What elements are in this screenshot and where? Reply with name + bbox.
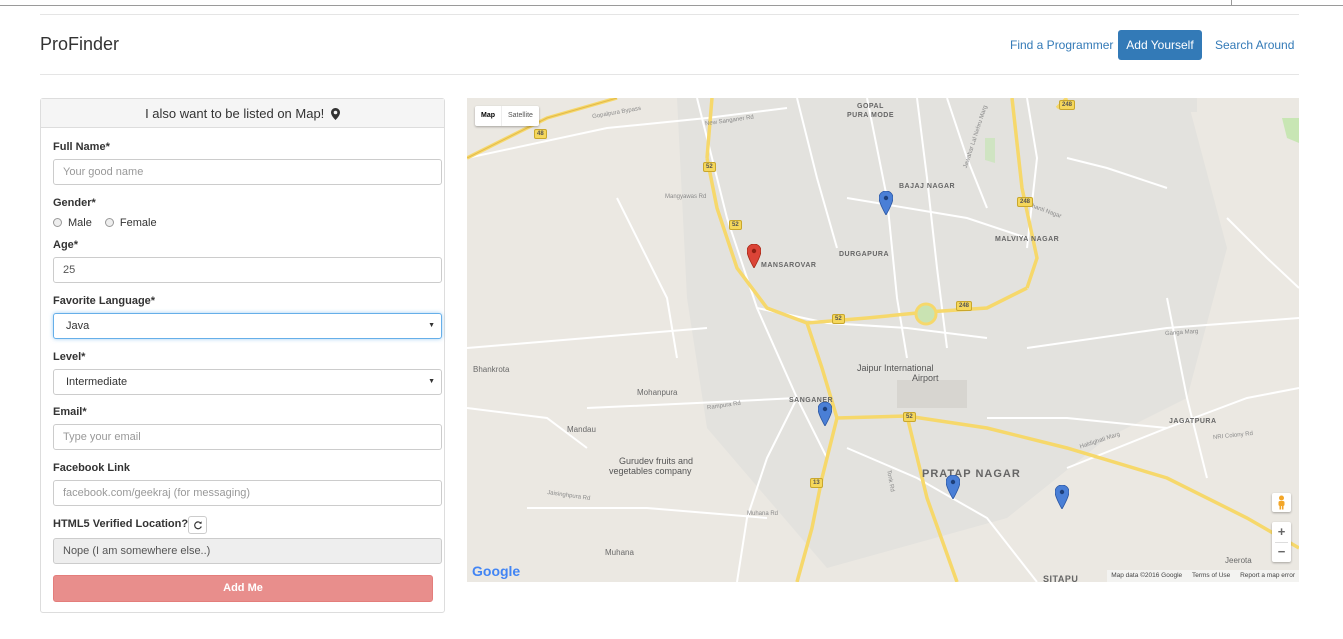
pegman-icon [1278, 495, 1285, 510]
map-marker-blue[interactable] [879, 191, 893, 215]
panel-heading-text: I also want to be listed on Map! [145, 106, 325, 121]
map-label-sitapu: SITAPU [1043, 574, 1079, 582]
facebook-input[interactable]: facebook.com/geekraj (for messaging) [53, 480, 442, 506]
header-divider-bottom [40, 74, 1299, 75]
age-label: Age* [53, 239, 79, 251]
nav-add-yourself-button[interactable]: Add Yourself [1118, 30, 1202, 60]
nav-find-programmer[interactable]: Find a Programmer [1010, 38, 1113, 52]
full-name-input[interactable]: Your good name [53, 159, 442, 185]
full-name-label: Full Name* [53, 141, 110, 153]
header-divider-top [40, 14, 1299, 15]
language-label: Favorite Language* [53, 295, 156, 307]
refresh-icon [193, 521, 202, 530]
google-logo[interactable]: Google [472, 563, 520, 579]
map-label-gurudev-line1: Gurudev fruits and [619, 456, 694, 466]
location-input[interactable]: Nope (I am somewhere else..) [53, 538, 442, 564]
highway-shield-52: 52 [729, 220, 742, 230]
level-select-value: Intermediate [66, 376, 128, 388]
zoom-control: + − [1272, 522, 1291, 562]
map-type-satellite-button[interactable]: Satellite [501, 106, 539, 126]
map-label-durgapura: DURGAPURA [839, 251, 889, 258]
map-label-mansarovar: MANSAROVAR [761, 262, 817, 269]
top-border [0, 5, 1343, 6]
map-label-muhana: Muhana [605, 548, 634, 557]
map-label-bhankrota: Bhankrota [473, 365, 510, 374]
map-type-control: Map Satellite [475, 106, 539, 126]
map-label-pura-mode: PURA MODE [847, 112, 895, 119]
map-label-mandau: Mandau [567, 425, 596, 434]
map-label-mohanpura: Mohanpura [637, 388, 678, 397]
gender-female-label: Female [119, 217, 157, 229]
highway-shield-248: 248 [1059, 100, 1076, 110]
road-label-muhana-rd: Muhana Rd [747, 511, 779, 517]
map-label-pratap-nagar: PRATAP NAGAR [922, 468, 1021, 480]
map-label-malviya-nagar: MALVIYA NAGAR [995, 236, 1060, 243]
terms-of-use-link[interactable]: Terms of Use [1192, 572, 1230, 579]
add-me-button[interactable]: Add Me [53, 575, 433, 602]
app-brand[interactable]: ProFinder [40, 34, 119, 55]
gender-radio-group: Male Female [53, 217, 157, 229]
map-marker-icon [330, 108, 340, 120]
map-marker-blue[interactable] [818, 402, 832, 426]
zoom-in-button[interactable]: + [1272, 522, 1291, 542]
email-label: Email* [53, 406, 87, 418]
language-select[interactable]: Java ▼ [53, 313, 442, 339]
map-data-credit: Map data ©2016 Google [1111, 572, 1183, 579]
chevron-down-icon: ▼ [428, 322, 435, 329]
location-label: HTML5 Verified Location? [53, 518, 189, 530]
refresh-location-button[interactable] [188, 516, 207, 534]
zoom-out-button[interactable]: − [1272, 542, 1291, 562]
gender-male-label: Male [68, 217, 92, 229]
map-label-airport-line1: Jaipur International [857, 363, 934, 373]
nav-search-around[interactable]: Search Around [1215, 38, 1294, 52]
top-border-tick [1231, 0, 1232, 5]
map-label-bajaj-nagar: BAJAJ NAGAR [899, 183, 956, 190]
google-logo-text: Google [472, 563, 521, 579]
report-map-error-link[interactable]: Report a map error [1240, 572, 1295, 579]
facebook-label: Facebook Link [53, 462, 131, 474]
gender-male-radio[interactable] [53, 218, 62, 227]
zoom-separator [1275, 542, 1288, 543]
highway-shield-52: 52 [903, 412, 916, 422]
add-yourself-panel: I also want to be listed on Map! Full Na… [40, 98, 445, 613]
gender-female-radio[interactable] [104, 218, 114, 227]
gender-label: Gender* [53, 197, 96, 209]
highway-shield-52: 52 [832, 314, 845, 324]
level-select[interactable]: Intermediate ▼ [53, 369, 442, 395]
map-marker-blue[interactable] [1055, 485, 1069, 509]
highway-shield-248: 248 [1017, 197, 1034, 207]
map-label-gurudev-line2: vegetables company [609, 466, 692, 476]
map-label-gopal: GOPAL [857, 103, 884, 110]
map-marker-red[interactable] [747, 244, 761, 268]
map-view[interactable]: Map Satellite GOPAL PURA MODE BAJAJ NAGAR… [467, 98, 1299, 582]
highway-shield-52: 52 [703, 162, 716, 172]
highway-shield-13: 13 [810, 478, 823, 488]
map-label-jeerota: Jeerota [1225, 556, 1252, 565]
map-label-airport-line2: Airport [912, 373, 939, 383]
map-marker-blue[interactable] [946, 475, 960, 499]
street-view-pegman-button[interactable] [1272, 493, 1291, 512]
map-label-jagatpura: JAGATPURA [1169, 418, 1217, 425]
email-input[interactable]: Type your email [53, 424, 442, 450]
map-type-map-button[interactable]: Map [475, 106, 501, 126]
language-select-value: Java [66, 320, 90, 332]
highway-shield-48: 48 [534, 129, 547, 139]
panel-heading: I also want to be listed on Map! [41, 99, 444, 128]
road-label-mangyawas-rd: Mangyawas Rd [665, 194, 707, 200]
highway-shield-248: 248 [956, 301, 973, 311]
age-input[interactable]: 25 [53, 257, 442, 283]
chevron-down-icon: ▼ [428, 378, 435, 385]
map-base[interactable] [467, 98, 1299, 582]
map-attribution: Map data ©2016 Google Terms of Use Repor… [1107, 570, 1299, 582]
level-label: Level* [53, 351, 86, 363]
